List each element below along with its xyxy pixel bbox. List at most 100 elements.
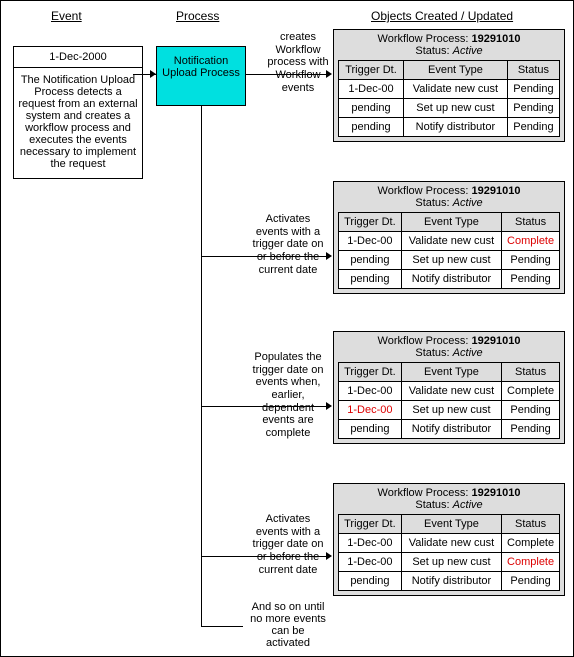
table-row: pendingNotify distributorPending [339,270,560,289]
table-cell: Complete [502,553,560,572]
table-cell: Pending [502,251,560,270]
workflow-process-id: 19291010 [472,487,521,499]
col-status: Status [502,515,560,534]
table-cell: 1-Dec-00 [339,80,404,99]
table-cell: Notify distributor [401,572,501,591]
table-cell: 1-Dec-00 [339,232,402,251]
table-cell: Set up new cust [401,251,501,270]
connector [201,106,202,626]
table-cell: Pending [507,118,559,137]
table-row: pendingSet up new custPending [339,99,560,118]
table-cell: Validate new cust [401,382,501,401]
table-cell: Set up new cust [401,401,501,420]
table-cell: Notify distributor [401,270,501,289]
table-cell: Pending [502,572,560,591]
note-final: And so on until no more events can be ac… [248,601,328,649]
table-cell: Pending [502,270,560,289]
col-event-type: Event Type [401,515,501,534]
table-cell: Set up new cust [403,99,507,118]
table-row: 1-Dec-00Set up new custPending [339,401,560,420]
process-name: Notification Upload Process [157,55,245,79]
table-cell: 1-Dec-00 [339,401,402,420]
header-event: Event [51,9,82,23]
workflow-block-3: Workflow Process19291010 StatusActive Tr… [333,331,565,444]
workflow-header: Workflow Process19291010 StatusActive [334,30,564,60]
workflow-status: Active [453,45,483,57]
workflow-block-1: Workflow Process19291010 StatusActive Tr… [333,29,565,142]
workflow-table: Trigger Dt. Event Type Status1-Dec-00Val… [338,514,560,591]
workflow-process-label: Workflow Process [378,185,472,197]
table-cell: Complete [502,232,560,251]
col-event-type: Event Type [401,363,501,382]
col-trigger: Trigger Dt. [339,213,402,232]
header-objects: Objects Created / Updated [371,9,513,23]
workflow-status-label: Status [415,499,452,511]
arrow-icon [150,70,156,78]
workflow-process-label: Workflow Process [378,335,472,347]
diagram-canvas: Event Process Objects Created / Updated … [0,0,574,657]
table-cell: 1-Dec-00 [339,534,402,553]
event-box: 1-Dec-2000 The Notification Upload Proce… [13,46,143,179]
workflow-table: Trigger Dt. Event Type Status1-Dec-00Val… [338,60,560,137]
table-cell: pending [339,572,402,591]
note-2: Activates events with a trigger date on … [248,213,328,276]
note-1: creates Workflow process with Workflow e… [264,31,332,94]
table-cell: Pending [502,420,560,439]
table-row: 1-Dec-00Validate new custComplete [339,382,560,401]
table-cell: Set up new cust [401,553,501,572]
col-trigger: Trigger Dt. [339,61,404,80]
table-cell: Complete [502,382,560,401]
col-trigger: Trigger Dt. [339,515,402,534]
table-row: pendingNotify distributorPending [339,572,560,591]
table-cell: 1-Dec-00 [339,382,402,401]
col-status: Status [502,363,560,382]
workflow-table: Trigger Dt. Event Type Status1-Dec-00Val… [338,362,560,439]
workflow-process-label: Workflow Process [378,33,472,45]
col-status: Status [502,213,560,232]
workflow-status: Active [453,197,483,209]
table-row: pendingSet up new custPending [339,251,560,270]
note-4: Activates events with a trigger date on … [248,513,328,576]
workflow-status: Active [453,499,483,511]
workflow-header: Workflow Process19291010 StatusActive [334,332,564,362]
table-cell: pending [339,420,402,439]
workflow-process-label: Workflow Process [378,487,472,499]
workflow-process-id: 19291010 [472,33,521,45]
workflow-process-id: 19291010 [472,335,521,347]
table-cell: Validate new cust [401,232,501,251]
col-event-type: Event Type [401,213,501,232]
col-status: Status [507,61,559,80]
table-cell: Validate new cust [401,534,501,553]
table-row: 1-Dec-00Validate new custComplete [339,534,560,553]
connector [201,626,243,627]
workflow-header: Workflow Process19291010 StatusActive [334,484,564,514]
table-cell: Complete [502,534,560,553]
note-3: Populates the trigger date on events whe… [248,351,328,439]
workflow-status: Active [453,347,483,359]
table-cell: Pending [507,99,559,118]
table-row: 1-Dec-00Validate new custPending [339,80,560,99]
workflow-block-4: Workflow Process19291010 StatusActive Tr… [333,483,565,596]
table-cell: Pending [502,401,560,420]
col-event-type: Event Type [403,61,507,80]
workflow-table: Trigger Dt. Event Type Status1-Dec-00Val… [338,212,560,289]
table-row: 1-Dec-00Validate new custComplete [339,232,560,251]
header-process: Process [176,9,219,23]
workflow-status-label: Status [415,347,452,359]
table-cell: Validate new cust [403,80,507,99]
workflow-status-label: Status [415,45,452,57]
event-date: 1-Dec-2000 [14,47,142,68]
table-cell: 1-Dec-00 [339,553,402,572]
table-cell: pending [339,251,402,270]
col-trigger: Trigger Dt. [339,363,402,382]
table-cell: Pending [507,80,559,99]
table-cell: Notify distributor [401,420,501,439]
workflow-process-id: 19291010 [472,185,521,197]
workflow-block-2: Workflow Process19291010 StatusActive Tr… [333,181,565,294]
table-cell: Notify distributor [403,118,507,137]
workflow-status-label: Status [415,197,452,209]
workflow-header: Workflow Process19291010 StatusActive [334,182,564,212]
table-cell: pending [339,270,402,289]
table-cell: pending [339,99,404,118]
process-box: Notification Upload Process [156,46,246,106]
